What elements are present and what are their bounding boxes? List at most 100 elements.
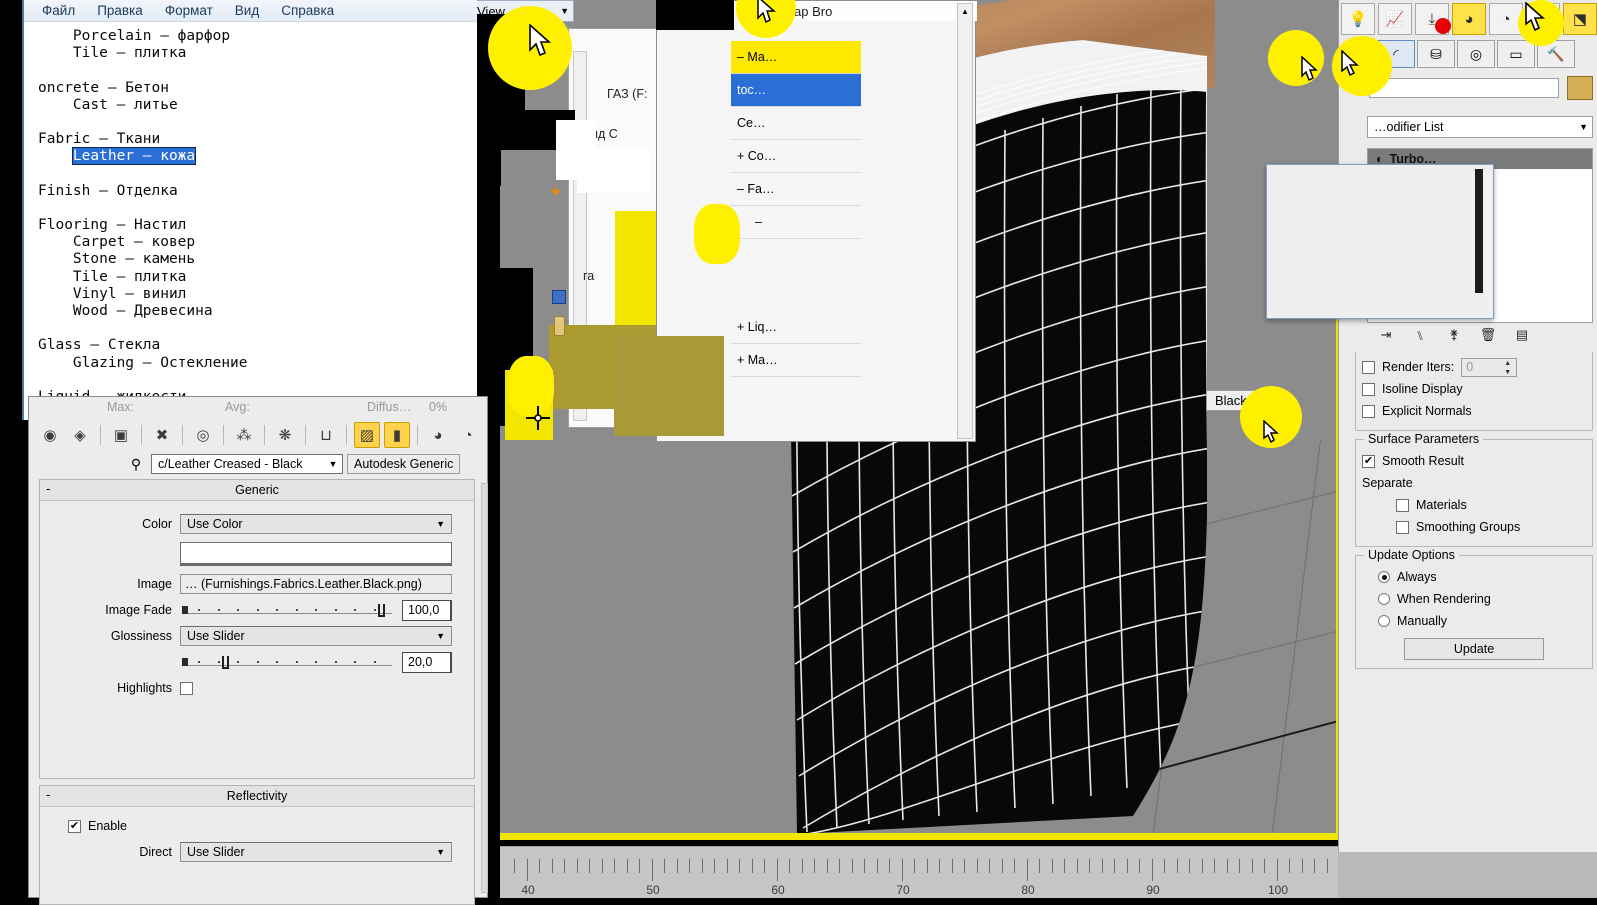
row-highlights[interactable]: Highlights <box>40 675 474 701</box>
tab-hierarchy[interactable]: ◎ <box>1457 40 1495 68</box>
go-forward-to-sibling-icon[interactable]: ◔ <box>455 422 481 448</box>
browser-tree-node[interactable]: – Ma… <box>731 41 861 74</box>
light-bulb-icon[interactable]: 💡 <box>1341 3 1375 35</box>
show-shaded-material-in-viewport-icon[interactable]: ◈ <box>67 422 93 448</box>
show-map-in-viewport-icon[interactable]: ▨ <box>354 422 380 448</box>
eyedropper-icon[interactable]: ⚲ <box>125 454 147 474</box>
notepad-menu-item-0[interactable]: Файл <box>42 3 75 18</box>
image-fade-value[interactable]: 100,0 <box>402 599 452 621</box>
object-color-swatch[interactable] <box>1567 76 1593 100</box>
floating-dialog-scrollbar[interactable] <box>1475 169 1483 293</box>
floating-blank-dialog[interactable] <box>1266 164 1494 319</box>
put-material-to-scene-icon[interactable]: ▣ <box>108 422 134 448</box>
make-unique-icon[interactable]: ⁂ <box>231 422 257 448</box>
render-iters-checkbox[interactable] <box>1362 360 1375 374</box>
material-editor-icon[interactable]: ◕ <box>1452 3 1486 35</box>
tab-display[interactable]: ▭ <box>1497 40 1535 68</box>
highlights-checkbox[interactable] <box>180 681 193 695</box>
browser-tree-node[interactable]: + Co… <box>731 140 861 173</box>
browser-tree-node[interactable]: + Ma… <box>731 344 861 377</box>
update-button[interactable]: Update <box>1404 638 1544 660</box>
color-mode-dropdown[interactable]: Use Color ▼ <box>180 514 452 534</box>
image-fade-slider[interactable] <box>180 600 396 620</box>
reflectivity-enable-checkbox[interactable]: ✔ <box>68 819 81 833</box>
row-smooth-result[interactable]: ✔ Smooth Result <box>1362 450 1586 472</box>
notepad-menubar[interactable]: Файл Правка Формат Вид Справка <box>24 0 477 22</box>
explicit-normals-checkbox[interactable] <box>1362 404 1375 418</box>
row-render-iters[interactable]: Render Iters: 0 ▲ ▼ <box>1362 356 1586 378</box>
notepad-menu-item-2[interactable]: Формат <box>165 3 213 18</box>
show-end-result-icon[interactable]: ⑊ <box>1407 324 1433 346</box>
assign-material-to-selection-icon[interactable]: ◉ <box>37 422 63 448</box>
make-unique-icon[interactable]: ⚵ <box>1441 324 1467 346</box>
material-name-row[interactable]: ⚲ c/Leather Creased - Black ▼ Autodesk G… <box>125 453 485 475</box>
slider-thumb[interactable] <box>378 604 385 617</box>
notepad-menu-item-1[interactable]: Правка <box>97 3 143 18</box>
material-editor-scrollbar[interactable] <box>481 483 488 893</box>
row-isoline-display[interactable]: Isoline Display <box>1362 378 1586 400</box>
curve-editor-icon[interactable]: 📈 <box>1378 3 1412 35</box>
command-panel[interactable]: 💡📈⤓◕◔⛾⬔ ◜⛁◎▭🔨 …odifier List ▼ ◐ Turbo… ⇥… <box>1338 0 1597 852</box>
smooth-result-checkbox[interactable]: ✔ <box>1362 454 1375 468</box>
chevron-down-icon[interactable]: ▼ <box>326 459 340 469</box>
collapse-icon[interactable]: - <box>46 481 50 496</box>
collapse-icon[interactable]: - <box>46 787 50 802</box>
delete-material-icon[interactable]: ✖ <box>149 422 175 448</box>
glossiness-slider[interactable] <box>180 652 396 672</box>
configure-modifier-sets-icon[interactable]: ▤ <box>1509 324 1535 346</box>
rollout-generic-header[interactable]: - Generic <box>40 480 474 501</box>
row-color[interactable]: Color Use Color ▼ <box>40 511 474 537</box>
modifier-stack-buttons[interactable]: ⇥ ⑊ ⚵ 🗑 ▤ <box>1367 322 1593 348</box>
rollout-reflectivity[interactable]: - Reflectivity ✔ Enable Direct Use Slide… <box>39 785 475 905</box>
row-image[interactable]: Image … (Furnishings.Fabrics.Leather.Bla… <box>40 571 474 597</box>
update-manually-radio[interactable] <box>1378 615 1390 627</box>
material-editor-window[interactable]: Max: Avg: Diffus… 0% ◉ ◈ ▣ ✖ ◎ ⁂ ❋ ⊔ ▨ ▮ ◕ ◔ ⚲ c/Le… <box>28 396 488 905</box>
turbosmooth-parameters[interactable]: Render Iters: 0 ▲ ▼ Isoline Display Expli… <box>1355 352 1593 832</box>
row-image-fade[interactable]: Image Fade 100,0 <box>40 597 474 623</box>
browser-tree-node[interactable]: + Liq… <box>731 311 861 344</box>
timeline-ruler[interactable]: 40 50 60 70 80 90 100 <box>500 846 1340 898</box>
browser-tree[interactable]: – Ma… toc… Ce… + Co… – Fa… – + Liq… + Ma… <box>731 41 861 377</box>
material-id-channel-icon[interactable]: ⊔ <box>313 422 339 448</box>
show-end-result-icon[interactable]: ▮ <box>384 422 410 448</box>
material-type-button[interactable]: Autodesk Generic <box>347 454 461 474</box>
row-reflect-enable[interactable]: ✔ Enable <box>40 813 474 839</box>
command-panel-tabs[interactable]: ◜ ⛁ ◎ ▭ 🔨 <box>1377 40 1589 70</box>
glossiness-value[interactable]: 20,0 <box>402 651 452 673</box>
go-to-parent-icon[interactable]: ◕ <box>425 422 451 448</box>
remove-modifier-icon[interactable]: 🗑 <box>1475 324 1501 346</box>
row-update-when-rendering[interactable]: When Rendering <box>1362 588 1586 610</box>
update-always-radio[interactable] <box>1378 571 1390 583</box>
row-smoothing-groups[interactable]: Smoothing Groups <box>1362 516 1586 538</box>
row-update-manually[interactable]: Manually <box>1362 610 1586 632</box>
notepad-window[interactable]: Файл Правка Формат Вид Справка Porcelain – ф… <box>22 0 477 420</box>
color-swatch[interactable] <box>180 542 452 566</box>
modifier-list-dropdown[interactable]: …odifier List ▼ <box>1367 116 1593 138</box>
browser-tree-node[interactable]: Ce… <box>731 107 861 140</box>
smoothing-groups-checkbox[interactable] <box>1396 520 1409 534</box>
object-name-input[interactable] <box>1369 78 1559 98</box>
glossiness-mode-dropdown[interactable]: Use Slider ▼ <box>180 626 452 646</box>
render-iters-spinner[interactable]: 0 ▲ ▼ <box>1461 357 1518 377</box>
material-name-input[interactable]: c/Leather Creased - Black ▼ <box>151 454 343 474</box>
put-to-library-icon[interactable]: ❋ <box>272 422 298 448</box>
row-explicit-normals[interactable]: Explicit Normals <box>1362 400 1586 422</box>
rollout-reflectivity-header[interactable]: - Reflectivity <box>40 786 474 807</box>
spinner-arrows-icon[interactable]: ▲ ▼ <box>1504 360 1515 376</box>
notepad-text-area[interactable]: Porcelain – фарфор Tile – плитка oncrete… <box>24 22 477 406</box>
row-glossiness-slider[interactable]: 20,0 <box>40 649 474 675</box>
browser-tree-node[interactable]: – <box>731 206 861 239</box>
materials-checkbox[interactable] <box>1396 498 1409 512</box>
browser-tree-node[interactable]: – Fa… <box>731 173 861 206</box>
row-reflect-direct[interactable]: Direct Use Slider ▼ <box>40 839 474 865</box>
scroll-up-icon[interactable]: ▲ <box>958 4 972 19</box>
row-update-always[interactable]: Always <box>1362 566 1586 588</box>
tab-modify[interactable]: ⛁ <box>1417 40 1455 68</box>
notepad-menu-item-4[interactable]: Справка <box>281 3 334 18</box>
pin-stack-icon[interactable]: ⇥ <box>1373 324 1399 346</box>
reset-map-icon[interactable]: ◎ <box>190 422 216 448</box>
browser-tree-node[interactable]: toc… <box>731 74 861 107</box>
material-editor-toolbar[interactable]: ◉ ◈ ▣ ✖ ◎ ⁂ ❋ ⊔ ▨ ▮ ◕ ◔ <box>33 419 485 451</box>
row-color-swatch[interactable] <box>40 537 474 571</box>
update-when-rendering-radio[interactable] <box>1378 593 1390 605</box>
